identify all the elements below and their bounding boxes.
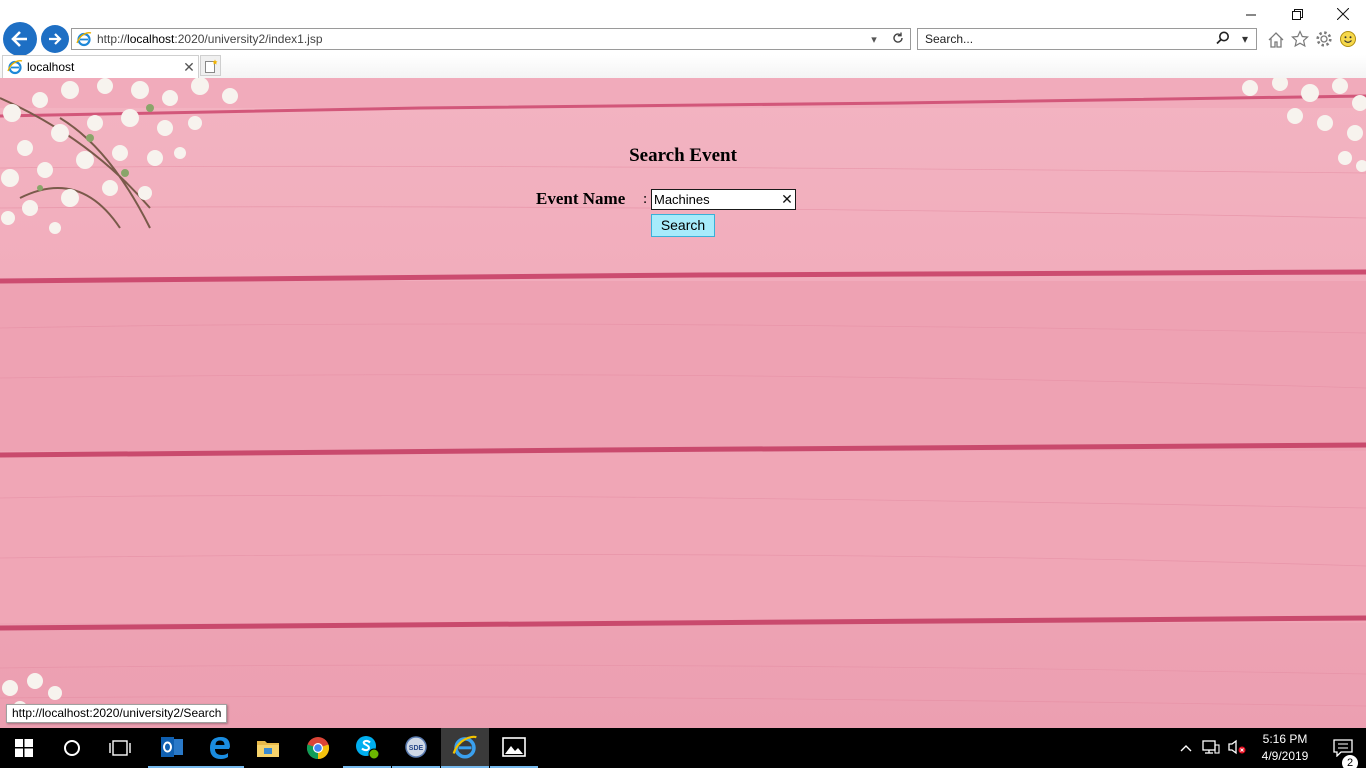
search-dropdown-button[interactable]: ▾ — [1234, 32, 1256, 46]
home-button[interactable] — [1266, 29, 1286, 49]
taskbar-outlook[interactable] — [148, 728, 196, 768]
tab-strip: localhost ✕ — [0, 55, 1366, 78]
network-button[interactable] — [1198, 739, 1224, 758]
refresh-icon — [893, 32, 903, 43]
internet-explorer-icon — [7, 60, 23, 75]
arrow-left-icon — [11, 31, 27, 47]
page-content: Search Event Event Name : Machines ✕ Sea… — [0, 78, 1366, 728]
smiley-icon — [1340, 31, 1356, 47]
search-icon — [1216, 31, 1229, 44]
star-icon — [1291, 30, 1309, 48]
browser-search-box[interactable]: Search... ▾ — [917, 28, 1257, 50]
start-button[interactable] — [0, 728, 48, 768]
skype-icon — [356, 736, 380, 760]
cortana-circle-icon — [64, 740, 80, 756]
taskbar-sde[interactable]: SDE — [392, 728, 440, 768]
address-bar[interactable]: http://localhost:2020/university2/index1… — [71, 28, 911, 50]
task-view-button[interactable] — [96, 728, 144, 768]
volume-muted-icon — [1228, 739, 1246, 754]
chevron-up-icon — [1180, 745, 1192, 752]
windows-logo-icon — [15, 739, 33, 757]
clock[interactable]: 5:16 PM 4/9/2019 — [1250, 731, 1320, 765]
taskbar-internet-explorer[interactable] — [441, 728, 489, 768]
taskbar-skype[interactable] — [343, 728, 391, 768]
new-tab-button[interactable] — [200, 55, 221, 76]
edge-icon — [210, 737, 230, 759]
refresh-button[interactable] — [886, 32, 910, 47]
taskbar-chrome[interactable] — [294, 728, 342, 768]
sde-icon: SDE — [405, 736, 427, 758]
clock-date: 4/9/2019 — [1261, 749, 1309, 763]
url-prefix: http:// — [97, 32, 128, 46]
url-path: :2020/university2/index1.jsp — [174, 32, 323, 46]
pink-wood-background-image — [0, 78, 1366, 728]
gear-icon — [1316, 31, 1332, 47]
event-name-label: Event Name — [536, 189, 626, 208]
settings-button[interactable] — [1314, 29, 1334, 49]
taskbar-file-explorer[interactable] — [244, 728, 292, 768]
address-dropdown-button[interactable]: ▾ — [862, 33, 886, 46]
minimize-button[interactable] — [1228, 0, 1274, 28]
search-placeholder: Search... — [925, 32, 974, 46]
photos-icon — [502, 737, 526, 757]
clock-time: 5:16 PM — [1262, 732, 1308, 746]
action-center-button[interactable]: 2 — [1320, 739, 1366, 771]
label-colon: : — [643, 191, 648, 207]
taskbar-edge[interactable] — [196, 728, 244, 768]
cortana-button[interactable] — [48, 728, 96, 768]
file-explorer-icon — [257, 741, 279, 757]
system-tray: 5:16 PM 4/9/2019 2 — [1174, 728, 1366, 771]
internet-explorer-icon — [452, 735, 477, 759]
close-window-button[interactable] — [1320, 0, 1366, 28]
taskbar-photos[interactable] — [490, 728, 538, 768]
url-host: localhost — [127, 32, 175, 46]
status-bar-link-preview: http://localhost:2020/university2/Search — [6, 704, 228, 723]
browser-tools — [1266, 29, 1358, 49]
address-url[interactable]: http://localhost:2020/university2/index1… — [97, 32, 862, 46]
outlook-icon — [161, 737, 183, 757]
search-button[interactable] — [1212, 31, 1234, 48]
favorites-button[interactable] — [1290, 29, 1310, 49]
minimize-icon — [1245, 14, 1256, 15]
browser-chrome: http://localhost:2020/university2/index1… — [0, 0, 1366, 78]
restore-button[interactable] — [1274, 0, 1320, 28]
tab-localhost[interactable]: localhost ✕ — [2, 55, 199, 78]
taskbar: SDE 5:16 PM 4/9/2019 2 — [0, 728, 1366, 771]
page-title: Search Event — [629, 145, 737, 166]
close-tab-button[interactable]: ✕ — [180, 59, 198, 76]
forward-button[interactable] — [41, 25, 69, 53]
svg-text:SDE: SDE — [409, 745, 424, 752]
tab-title: localhost — [27, 60, 75, 74]
search-submit-button[interactable]: Search — [651, 214, 715, 237]
internet-explorer-icon — [76, 32, 92, 47]
volume-button[interactable] — [1224, 739, 1250, 758]
feedback-button[interactable] — [1338, 29, 1358, 49]
home-icon — [1268, 31, 1284, 48]
chrome-icon — [306, 737, 330, 760]
window-controls — [1228, 0, 1366, 28]
back-button[interactable] — [3, 22, 37, 56]
show-hidden-icons-button[interactable] — [1174, 741, 1198, 755]
notification-count-badge: 2 — [1342, 755, 1358, 771]
new-tab-icon — [204, 59, 217, 73]
close-icon — [1337, 8, 1349, 20]
event-name-input[interactable]: Machines — [651, 189, 796, 210]
task-view-icon — [109, 740, 131, 756]
restore-icon — [1291, 8, 1303, 20]
clear-input-button[interactable]: ✕ — [780, 190, 794, 209]
arrow-right-icon — [49, 33, 62, 45]
network-icon — [1202, 739, 1220, 754]
